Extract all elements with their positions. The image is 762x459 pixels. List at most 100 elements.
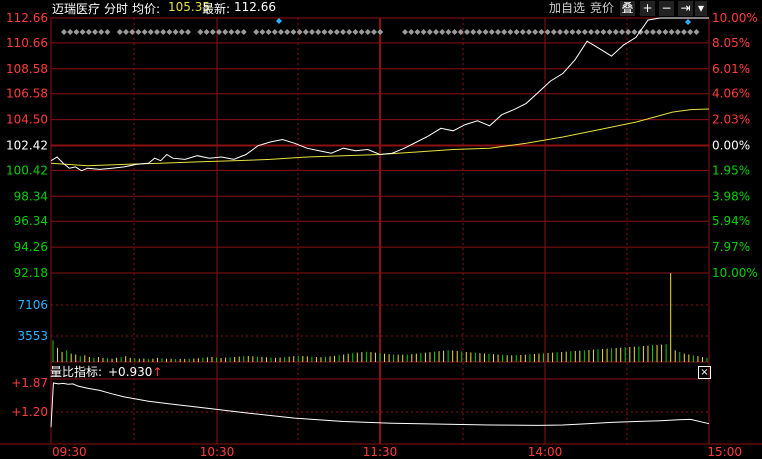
percent-axis-label: 6.01%	[712, 62, 750, 76]
marker-diamond	[333, 29, 340, 35]
auction-button[interactable]: 竞价	[590, 0, 614, 17]
marker-diamond	[563, 29, 570, 35]
percent-axis-label: 1.95%	[712, 163, 750, 177]
chevron-down-icon[interactable]: ▾	[695, 1, 707, 16]
jump-end-button[interactable]: ⇥	[678, 1, 693, 16]
marker-diamond	[85, 29, 92, 35]
percent-axis-label: 2.03%	[712, 113, 750, 127]
marker-diamond	[594, 29, 601, 35]
marker-diamond	[222, 29, 229, 35]
marker-diamond	[581, 29, 588, 35]
marker-diamond	[73, 29, 80, 35]
price-axis-label: 96.34	[14, 214, 48, 228]
percent-axis-label: 10.00%	[712, 11, 758, 25]
marker-diamond	[482, 29, 489, 35]
volume-ratio-value: +0.930↑	[108, 365, 163, 379]
marker-diamond	[643, 29, 650, 35]
marker-diamond	[327, 29, 334, 35]
marker-diamond	[265, 29, 272, 35]
percent-axis-label: 8.05%	[712, 36, 750, 50]
marker-diamond	[550, 29, 557, 35]
marker-diamond	[79, 29, 86, 35]
time-axis-label: 09:30	[52, 445, 87, 459]
price-axis-label: 98.34	[14, 189, 48, 203]
marker-diamond	[240, 29, 247, 35]
marker-diamond	[309, 29, 315, 35]
marker-diamond	[420, 29, 427, 35]
marker-diamond	[364, 29, 371, 35]
last-price-value: 112.66	[234, 0, 276, 14]
marker-diamond	[451, 29, 458, 35]
marker-diamond-highlight	[276, 18, 282, 24]
marker-diamond	[674, 29, 681, 35]
marker-diamond	[352, 29, 359, 35]
marker-diamond	[519, 29, 526, 35]
marker-diamond	[160, 29, 167, 35]
price-axis-label: 112.66	[6, 11, 48, 25]
indicator-axis-label: +1.87	[11, 376, 48, 390]
marker-diamond	[693, 29, 700, 35]
marker-diamond	[321, 29, 328, 35]
add-watchlist-button[interactable]: 加自选	[549, 0, 585, 17]
marker-diamond	[203, 29, 210, 35]
marker-diamond	[104, 29, 111, 35]
marker-diamond	[445, 29, 452, 35]
zoom-in-button[interactable]: +	[640, 1, 655, 16]
arrow-up-icon: ↑	[152, 365, 163, 379]
percent-axis-label: 4.06%	[712, 87, 750, 101]
marker-diamond	[495, 29, 501, 35]
marker-diamond	[588, 29, 594, 35]
marker-diamond	[259, 29, 266, 35]
indicator-axis-label: +1.20	[11, 405, 48, 419]
marker-diamond	[612, 29, 619, 35]
marker-diamond	[302, 29, 309, 35]
time-axis-label: 10:30	[200, 445, 235, 459]
price-axis-label: 104.50	[6, 113, 48, 127]
marker-diamond-highlight	[685, 19, 691, 25]
marker-diamond	[172, 29, 179, 35]
marker-diamond	[98, 29, 105, 35]
marker-diamond	[290, 29, 297, 35]
price-axis-label: 100.42	[6, 163, 48, 177]
close-icon[interactable]: ×	[698, 366, 711, 379]
marker-diamond	[631, 29, 638, 35]
marker-diamond	[507, 29, 514, 35]
marker-diamond	[358, 29, 365, 35]
marker-diamond	[371, 29, 377, 35]
marker-diamond	[61, 29, 67, 35]
marker-diamond	[414, 29, 421, 35]
price-axis-label: 92.18	[14, 266, 48, 280]
percent-axis-label: 5.94%	[712, 214, 750, 228]
marker-diamond	[197, 29, 204, 35]
zoom-out-button[interactable]: −	[659, 1, 674, 16]
marker-diamond	[408, 29, 415, 35]
marker-diamond	[464, 29, 470, 35]
marker-diamond	[681, 29, 687, 35]
chart-mode-label: 分时	[104, 2, 129, 16]
marker-diamond	[185, 29, 191, 35]
marker-diamond	[433, 29, 439, 35]
marker-diamond	[253, 29, 260, 35]
marker-diamond	[402, 29, 408, 35]
percent-axis-label: 3.98%	[712, 189, 750, 203]
marker-diamond	[625, 29, 632, 35]
overlay-button[interactable]: 叠	[620, 1, 635, 16]
axis-labels: 112.66 10.00% 110.66 8.05% 108.58 6.01% 106.58…	[6, 11, 758, 459]
price-axis-label: 94.26	[14, 240, 48, 254]
marker-diamond	[656, 29, 663, 35]
price-axis-label: 108.58	[6, 62, 48, 76]
marker-diamond	[426, 29, 433, 35]
price-axis-label: 106.58	[6, 87, 48, 101]
marker-diamond	[178, 29, 185, 35]
marker-diamond	[662, 29, 669, 35]
time-axis-label: 11:30	[363, 445, 398, 459]
marker-diamond	[488, 29, 495, 35]
percent-axis-label: 7.97%	[712, 240, 750, 254]
marker-diamond	[439, 29, 446, 35]
marker-diamond	[619, 29, 625, 35]
time-axis-label: 14:00	[528, 445, 563, 459]
last-price-label: 最新:	[202, 2, 231, 16]
marker-diamond	[135, 29, 142, 35]
marker-diamond	[67, 29, 74, 35]
time-axis-label: 15:00	[707, 445, 742, 459]
